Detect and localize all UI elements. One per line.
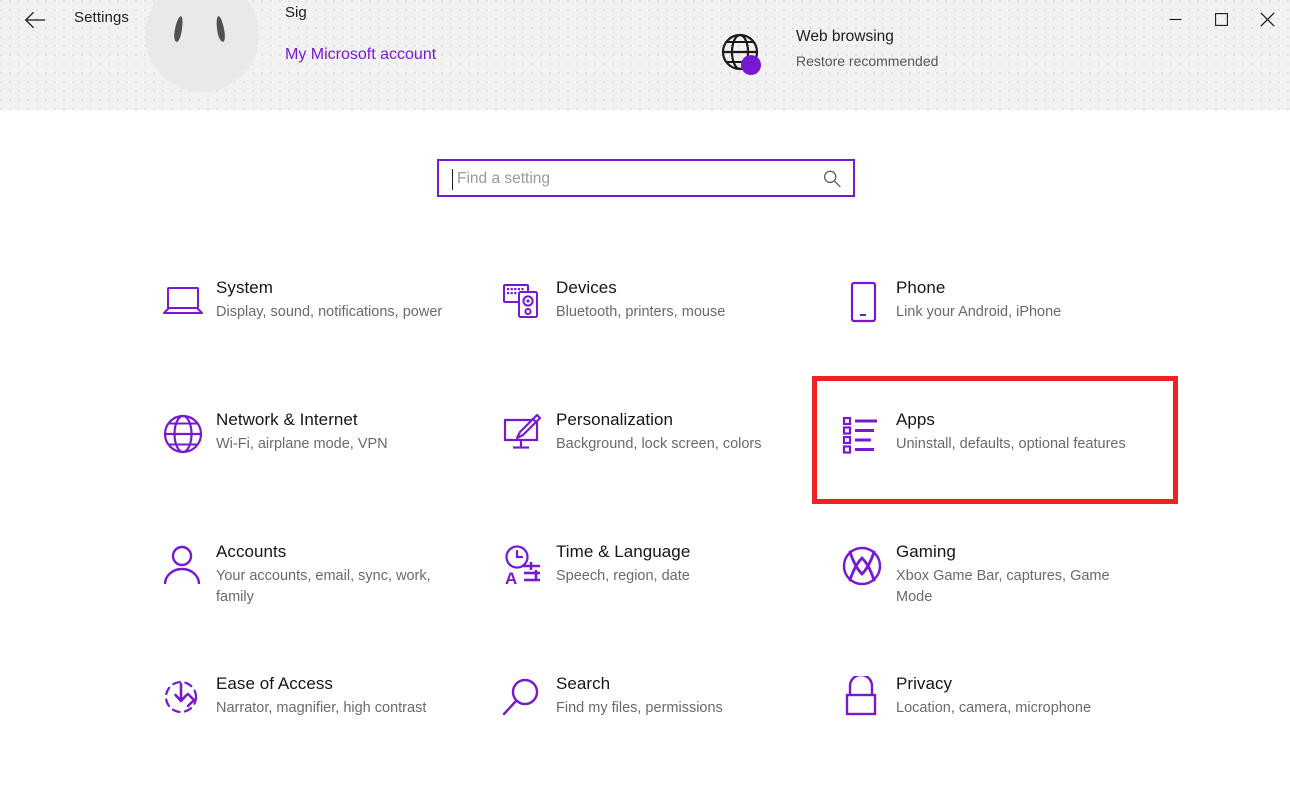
settings-tile-accounts[interactable]: Accounts Your accounts, email, sync, wor…	[160, 532, 500, 664]
settings-tile-devices[interactable]: Devices Bluetooth, printers, mouse	[500, 268, 840, 400]
tile-title: Accounts	[216, 542, 287, 561]
settings-tile-personalization[interactable]: Personalization Background, lock screen,…	[500, 400, 840, 532]
tile-title: Ease of Access	[216, 674, 333, 693]
search-input[interactable]	[455, 161, 819, 197]
settings-tile-system[interactable]: System Display, sound, notifications, po…	[160, 268, 500, 400]
tile-title: System	[216, 278, 273, 297]
clock-language-icon: A	[500, 538, 556, 592]
tile-text: Network & Internet Wi-Fi, airplane mode,…	[216, 406, 486, 455]
tile-title: Personalization	[556, 410, 673, 429]
settings-window: Settings Sig My Microsoft account Web br…	[0, 0, 1290, 794]
tile-title: Devices	[556, 278, 617, 297]
svg-text:A: A	[505, 569, 517, 588]
tile-title: Apps	[896, 410, 935, 429]
search-submit-button[interactable]	[817, 166, 847, 192]
tile-title: Time & Language	[556, 542, 691, 561]
tile-description: Link your Android, iPhone	[896, 304, 1062, 320]
minimize-button[interactable]	[1152, 0, 1198, 38]
person-icon	[160, 538, 216, 592]
phone-icon	[840, 274, 896, 328]
tile-title: Phone	[896, 278, 946, 297]
tile-description: Display, sound, notifications, power	[216, 304, 443, 320]
maximize-icon	[1214, 12, 1228, 26]
tile-description: Narrator, magnifier, high contrast	[216, 700, 427, 716]
window-title: Settings	[74, 9, 129, 26]
settings-tile-time-language[interactable]: A Time & Language Speech, region, date	[500, 532, 840, 664]
settings-tile-apps[interactable]: Apps Uninstall, defaults, optional featu…	[840, 400, 1180, 532]
search-icon	[823, 170, 841, 188]
xbox-icon	[840, 538, 896, 592]
devices-icon	[500, 274, 556, 328]
tile-description: Uninstall, defaults, optional features	[896, 436, 1126, 452]
tile-text: Search Find my files, permissions	[556, 670, 826, 719]
account-name: Sig	[285, 4, 307, 21]
close-icon	[1259, 11, 1275, 27]
tile-description: Speech, region, date	[556, 568, 690, 584]
bulleted-list-icon	[840, 406, 896, 460]
tile-description: Bluetooth, printers, mouse	[556, 304, 726, 320]
tile-text: Gaming Xbox Game Bar, captures, Game Mod…	[896, 538, 1166, 608]
web-browsing-title: Web browsing	[796, 28, 894, 45]
accessibility-icon	[160, 670, 216, 724]
tile-title: Gaming	[896, 542, 956, 561]
tile-text: Time & Language Speech, region, date	[556, 538, 826, 587]
tile-title: Privacy	[896, 674, 953, 693]
my-microsoft-account-link[interactable]: My Microsoft account	[285, 46, 436, 64]
globe-icon	[160, 406, 216, 460]
avatar-detail-right	[214, 15, 227, 43]
settings-tile-privacy[interactable]: Privacy Location, camera, microphone	[840, 664, 1180, 796]
magnifier-icon	[500, 670, 556, 724]
tile-text: Privacy Location, camera, microphone	[896, 670, 1166, 719]
text-caret	[452, 169, 453, 190]
tile-text: Phone Link your Android, iPhone	[896, 274, 1166, 323]
tile-description: Find my files, permissions	[556, 700, 723, 716]
tile-description: Background, lock screen, colors	[556, 436, 762, 452]
settings-category-grid: System Display, sound, notifications, po…	[160, 268, 1200, 796]
globe-icon	[716, 30, 768, 82]
window-header: Settings Sig My Microsoft account Web br…	[0, 0, 1290, 110]
tile-text: Ease of Access Narrator, magnifier, high…	[216, 670, 486, 719]
tile-title: Network & Internet	[216, 410, 358, 429]
laptop-icon	[160, 274, 216, 328]
settings-tile-ease-of-access[interactable]: Ease of Access Narrator, magnifier, high…	[160, 664, 500, 796]
tile-text: Personalization Background, lock screen,…	[556, 406, 826, 455]
arrow-left-icon	[25, 11, 46, 29]
maximize-button[interactable]	[1198, 0, 1244, 38]
lock-icon	[840, 670, 896, 724]
paintbrush-monitor-icon	[500, 406, 556, 460]
avatar-detail-left	[172, 15, 185, 43]
tile-description: Your accounts, email, sync, work, family	[216, 568, 431, 605]
settings-tile-gaming[interactable]: Gaming Xbox Game Bar, captures, Game Mod…	[840, 532, 1180, 664]
tile-text: Accounts Your accounts, email, sync, wor…	[216, 538, 486, 608]
settings-tile-search[interactable]: Search Find my files, permissions	[500, 664, 840, 796]
tile-text: System Display, sound, notifications, po…	[216, 274, 486, 323]
tile-description: Wi-Fi, airplane mode, VPN	[216, 436, 388, 452]
tile-title: Search	[556, 674, 611, 693]
avatar[interactable]	[145, 0, 259, 92]
back-button[interactable]	[12, 2, 58, 38]
settings-tile-phone[interactable]: Phone Link your Android, iPhone	[840, 268, 1180, 400]
search-box[interactable]	[437, 159, 855, 197]
tile-description: Xbox Game Bar, captures, Game Mode	[896, 568, 1110, 605]
tile-text: Apps Uninstall, defaults, optional featu…	[896, 406, 1166, 455]
tile-description: Location, camera, microphone	[896, 700, 1092, 716]
tile-text: Devices Bluetooth, printers, mouse	[556, 274, 826, 323]
web-browsing-description: Restore recommended	[796, 53, 939, 69]
minimize-icon	[1169, 18, 1181, 20]
close-button[interactable]	[1244, 0, 1290, 38]
settings-tile-network-internet[interactable]: Network & Internet Wi-Fi, airplane mode,…	[160, 400, 500, 532]
window-controls	[1152, 0, 1290, 38]
